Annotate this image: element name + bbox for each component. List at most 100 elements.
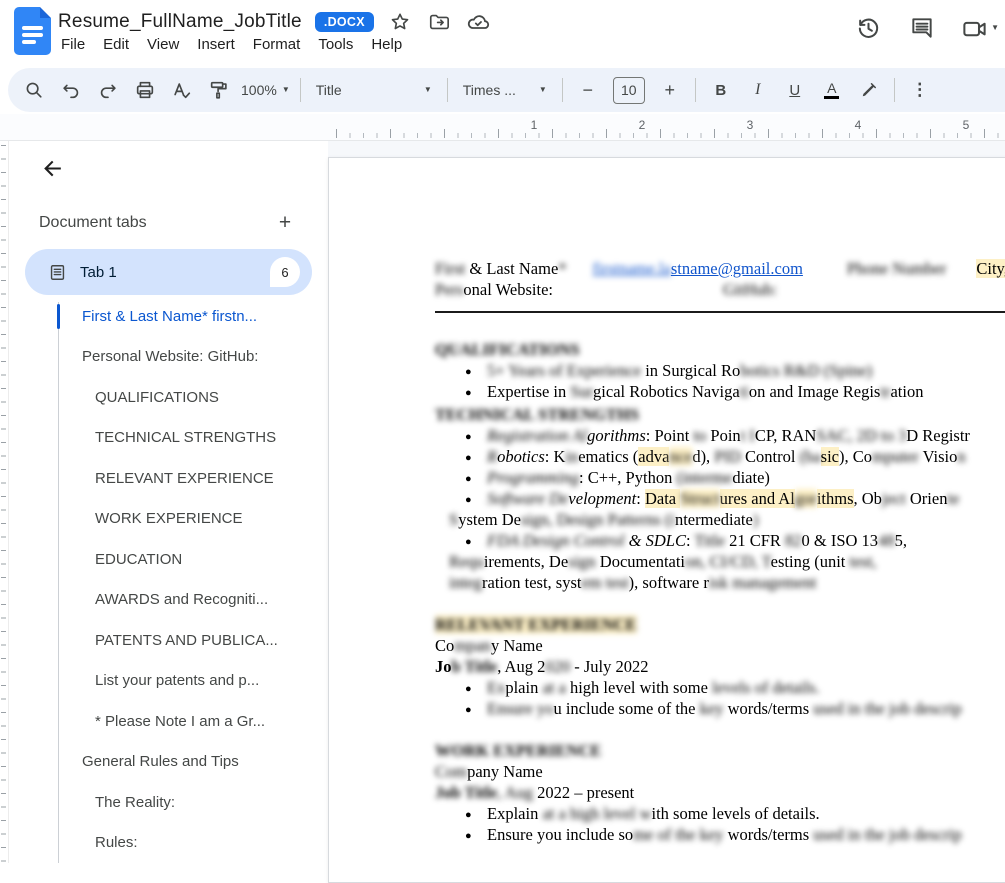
outline-item-label: The Reality: bbox=[95, 793, 176, 811]
outline-item[interactable]: EDUCATION bbox=[9, 539, 328, 580]
menu-view[interactable]: View bbox=[138, 33, 188, 56]
document-page[interactable]: First & Last Name* firstname.lastname@gma… bbox=[328, 157, 1005, 883]
bullet-icon: ● bbox=[465, 494, 472, 506]
content-area: Document tabs + Tab 1 6 First & Last Nam… bbox=[0, 140, 1005, 883]
outline-item[interactable]: The Reality: bbox=[9, 782, 328, 823]
redo-button[interactable] bbox=[90, 75, 126, 105]
doc-text: RELEVANT EXPERIENCE bbox=[435, 615, 637, 634]
doc-email-link[interactable]: firstname.la bbox=[593, 259, 671, 278]
menu-format[interactable]: Format bbox=[244, 33, 310, 56]
doc-line: Job Title, Aug 2022 – present bbox=[435, 782, 1005, 803]
outline-item[interactable]: List your patents and p... bbox=[9, 661, 328, 702]
menu-insert[interactable]: Insert bbox=[188, 33, 244, 56]
doc-text: ntermediate bbox=[674, 510, 753, 529]
doc-bullet-line: ● Explain at a high level with some level… bbox=[435, 803, 1005, 824]
doc-line: Requirements, Design Documentation, CI/C… bbox=[435, 551, 1005, 572]
doc-heading-line: QUALIFICATIONS bbox=[435, 339, 1005, 360]
print-button[interactable] bbox=[127, 75, 163, 105]
menu-edit[interactable]: Edit bbox=[94, 33, 138, 56]
doc-text: Registration Al bbox=[487, 426, 588, 445]
doc-text: : Point bbox=[645, 426, 694, 445]
vertical-ruler[interactable] bbox=[0, 141, 9, 863]
highlight-color-button[interactable] bbox=[851, 75, 887, 105]
outline-item[interactable]: RELEVANT EXPERIENCE bbox=[9, 458, 328, 499]
menu-file[interactable]: File bbox=[52, 33, 94, 56]
move-to-folder-icon[interactable] bbox=[426, 9, 452, 35]
cloud-saved-icon[interactable] bbox=[465, 9, 491, 35]
doc-line: Job Title, Aug 2020 - July 2022 bbox=[435, 656, 1005, 677]
version-history-icon[interactable] bbox=[853, 13, 883, 43]
doc-email-link[interactable]: stname@gmail.com bbox=[671, 259, 803, 278]
outline-item[interactable]: * Please Note I am a Gr... bbox=[9, 701, 328, 742]
doc-text: obotics bbox=[497, 447, 545, 466]
doc-text: , Aug 2 bbox=[497, 657, 546, 676]
doc-bullet-line: ● 5+ Years of Experience in Surgical Robo… bbox=[435, 360, 1005, 381]
doc-bullet-line: ● Robotics: Kinematics (advanced), PID Co… bbox=[435, 446, 1005, 467]
comments-icon[interactable] bbox=[907, 13, 937, 43]
add-tab-button[interactable]: + bbox=[272, 210, 298, 236]
menu-tools[interactable]: Tools bbox=[309, 33, 362, 56]
doc-text: Ensure you include so bbox=[487, 825, 634, 844]
more-options-button[interactable]: ⋮ bbox=[902, 75, 938, 105]
bold-button[interactable]: B bbox=[703, 75, 739, 105]
outline-item[interactable]: TECHNICAL STRENGTHS bbox=[9, 418, 328, 459]
undo-button[interactable] bbox=[53, 75, 89, 105]
chevron-down-icon: ▼ bbox=[991, 23, 999, 32]
document-tabs-heading: Document tabs bbox=[39, 214, 147, 231]
font-size-input[interactable]: 10 bbox=[612, 76, 645, 104]
doc-text: Co bbox=[435, 636, 455, 655]
close-sidebar-button[interactable] bbox=[37, 155, 67, 182]
bullet-icon: ● bbox=[465, 683, 472, 695]
outline-item[interactable]: PATENTS AND PUBLICA... bbox=[9, 620, 328, 661]
tab-comment-count-badge[interactable]: 6 bbox=[270, 257, 300, 287]
google-docs-logo-icon[interactable] bbox=[14, 7, 51, 55]
doc-text: Title bbox=[694, 531, 725, 550]
tab-item-tab1[interactable]: Tab 1 6 bbox=[25, 249, 312, 295]
doc-text: Requ bbox=[449, 552, 484, 571]
paragraph-style-select[interactable]: Title ▼ bbox=[308, 75, 440, 105]
outline-item[interactable]: Rules: bbox=[9, 823, 328, 864]
underline-button[interactable]: U bbox=[777, 75, 813, 105]
star-icon[interactable] bbox=[387, 9, 413, 35]
doc-bullet-line: ● Expertise in Surgical Robotics Navigati… bbox=[435, 381, 1005, 402]
outline-item-label: TECHNICAL STRENGTHS bbox=[95, 429, 277, 447]
menu-help[interactable]: Help bbox=[362, 33, 411, 56]
doc-text: botics R&D (Spine) bbox=[740, 361, 873, 380]
decrease-font-size-button[interactable]: − bbox=[570, 75, 606, 105]
document-title[interactable]: Resume_FullName_JobTitle bbox=[58, 11, 302, 33]
doc-text: b Title bbox=[451, 657, 498, 676]
zoom-select[interactable]: 100% ▼ bbox=[238, 75, 293, 105]
doc-text: words/terms bbox=[723, 699, 814, 718]
doc-text: GitHub: bbox=[722, 280, 778, 299]
doc-text: Struct bbox=[680, 489, 720, 508]
doc-text: plain bbox=[505, 678, 543, 697]
outline-item[interactable]: WORK EXPERIENCE bbox=[9, 499, 328, 540]
outline-item[interactable]: AWARDS and Recogniti... bbox=[9, 580, 328, 621]
doc-text: ), Co bbox=[839, 447, 872, 466]
outline-item[interactable]: General Rules and Tips bbox=[9, 742, 328, 783]
doc-text: to bbox=[693, 426, 707, 445]
doc-text: gorithms bbox=[587, 426, 646, 445]
italic-button[interactable]: I bbox=[740, 75, 776, 105]
doc-text: , Aug bbox=[497, 783, 538, 802]
paint-format-button[interactable] bbox=[201, 75, 237, 105]
outline-item[interactable]: Personal Website: GitHub: bbox=[9, 337, 328, 378]
chevron-down-icon: ▼ bbox=[281, 85, 290, 94]
font-value: Times ... bbox=[462, 82, 516, 98]
spelling-grammar-check-button[interactable] bbox=[164, 75, 200, 105]
increase-font-size-button[interactable]: + bbox=[652, 75, 688, 105]
doc-content[interactable]: First & Last Name* firstname.lastname@gma… bbox=[435, 258, 1005, 845]
doc-text: TECHNICAL STRENGTHS bbox=[435, 405, 640, 424]
join-call-button[interactable]: ▼ bbox=[961, 15, 999, 42]
doc-text: u include some of the bbox=[553, 699, 700, 718]
search-menus-button[interactable] bbox=[16, 75, 52, 105]
doc-text: onal Website: bbox=[463, 280, 553, 299]
font-family-select[interactable]: Times ... ▼ bbox=[455, 75, 555, 105]
doc-text: d), bbox=[692, 447, 711, 466]
document-tabs-sidebar: Document tabs + Tab 1 6 First & Last Nam… bbox=[9, 141, 328, 863]
text-color-button[interactable]: A bbox=[814, 75, 850, 105]
doc-text: used in the job descrip bbox=[813, 825, 962, 844]
outline-item[interactable]: QUALIFICATIONS bbox=[9, 377, 328, 418]
outline-item[interactable]: First & Last Name* firstn... bbox=[9, 296, 328, 337]
horizontal-ruler[interactable]: 1 2 3 4 5 bbox=[0, 114, 1005, 245]
